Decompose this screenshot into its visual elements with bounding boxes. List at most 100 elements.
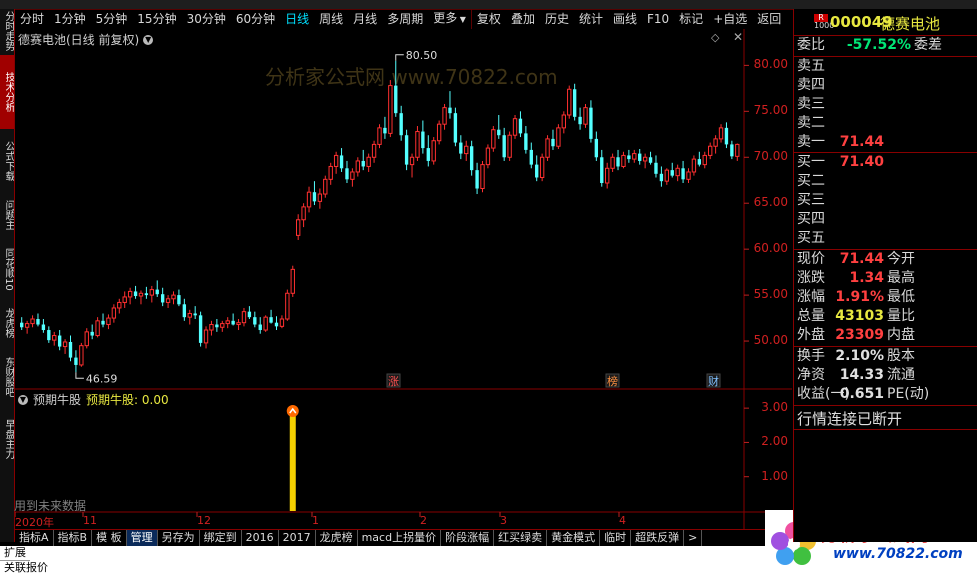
candle-body[interactable] xyxy=(632,153,637,160)
candle-body[interactable] xyxy=(79,345,84,366)
candle-body[interactable] xyxy=(279,318,285,327)
candle-body[interactable] xyxy=(263,316,268,331)
candle-body[interactable] xyxy=(642,156,648,162)
candle-body[interactable] xyxy=(247,311,252,318)
candle-body[interactable] xyxy=(350,171,355,180)
candle-body[interactable] xyxy=(475,170,479,189)
candle-body[interactable] xyxy=(225,320,230,325)
candle-body[interactable] xyxy=(74,357,78,365)
candle-body[interactable] xyxy=(539,156,545,178)
candle-body[interactable] xyxy=(236,322,241,326)
tab-template[interactable]: 模 板 xyxy=(92,530,127,547)
tb-mark[interactable]: 标记 xyxy=(674,9,708,29)
candle-body[interactable] xyxy=(691,158,697,173)
candle-body[interactable] xyxy=(664,169,669,182)
tab-macd[interactable]: macd上拐量价 xyxy=(358,530,442,547)
candle-body[interactable] xyxy=(627,155,631,160)
candle-body[interactable] xyxy=(149,289,154,296)
candle-body[interactable] xyxy=(718,127,724,140)
chevron-down-icon[interactable]: ▼ xyxy=(143,34,154,45)
tb-multi-period[interactable]: 多周期 xyxy=(382,9,428,29)
candle-body[interactable] xyxy=(52,335,57,341)
candle-body[interactable] xyxy=(296,219,301,236)
candle-body[interactable] xyxy=(512,118,518,136)
kline-chart[interactable]: 分析家公式网 www.70822.com 80.50 46.59 涨 榜 财 xyxy=(15,29,792,529)
footer-extend[interactable]: 扩展 xyxy=(0,546,30,560)
candle-body[interactable] xyxy=(453,113,458,143)
candle-body[interactable] xyxy=(95,320,100,337)
candle-body[interactable] xyxy=(198,315,203,343)
candle-body[interactable] xyxy=(583,107,588,125)
tab-ths10[interactable]: 同花顺10 xyxy=(0,239,14,299)
event-marker[interactable]: 涨 xyxy=(386,373,401,388)
candle-body[interactable] xyxy=(730,144,734,157)
tb-stats[interactable]: 统计 xyxy=(574,9,608,29)
candle-body[interactable] xyxy=(735,143,740,157)
candle-body[interactable] xyxy=(361,160,365,167)
candle-body[interactable] xyxy=(285,292,290,320)
candle-body[interactable] xyxy=(616,157,620,167)
candle-body[interactable] xyxy=(253,317,257,325)
candle-body[interactable] xyxy=(111,307,117,319)
candle-body[interactable] xyxy=(507,134,512,158)
candle-body[interactable] xyxy=(366,156,371,167)
tab-2016[interactable]: 2016 xyxy=(242,530,279,547)
candle-body[interactable] xyxy=(68,341,73,358)
candle-body[interactable] xyxy=(57,335,62,347)
candle-body[interactable] xyxy=(377,127,382,145)
tb-more[interactable]: 更多 ▼ xyxy=(428,8,471,30)
candle-body[interactable] xyxy=(41,324,46,331)
candle-body[interactable] xyxy=(290,268,295,294)
tb-weekly[interactable]: 周线 xyxy=(314,9,348,29)
chevron-right-icon[interactable]: > xyxy=(684,530,703,547)
candle-body[interactable] xyxy=(442,107,447,125)
candle-body[interactable] xyxy=(567,88,572,116)
candle-body[interactable] xyxy=(681,168,685,180)
candle-body[interactable] xyxy=(328,165,333,180)
candle-body[interactable] xyxy=(269,317,273,323)
tb-daily[interactable]: 日线 xyxy=(280,9,314,29)
candle-body[interactable] xyxy=(127,290,133,298)
candle-body[interactable] xyxy=(144,293,149,296)
candle-body[interactable] xyxy=(182,304,187,318)
candle-body[interactable] xyxy=(317,193,323,202)
candle-body[interactable] xyxy=(648,157,653,163)
candle-body[interactable] xyxy=(621,154,626,167)
tb-1min[interactable]: 1分钟 xyxy=(49,9,91,29)
candle-body[interactable] xyxy=(155,289,159,295)
candle-body[interactable] xyxy=(556,127,561,147)
candle-body[interactable] xyxy=(610,156,615,169)
candle-body[interactable] xyxy=(122,296,127,303)
candle-body[interactable] xyxy=(469,146,474,171)
candle-body[interactable] xyxy=(30,318,35,325)
tab-technical-analysis[interactable]: 技术分析 xyxy=(0,55,14,129)
candle-body[interactable] xyxy=(561,114,566,129)
candle-body[interactable] xyxy=(24,323,30,328)
tab-eastmoney-bar[interactable]: 东财股吧 xyxy=(0,347,14,407)
tab-morning-main[interactable]: 早盘主力 xyxy=(0,409,14,469)
tab-stage-gain[interactable]: 阶段涨幅 xyxy=(441,530,495,547)
candle-body[interactable] xyxy=(605,167,610,184)
tb-adjust[interactable]: 复权 xyxy=(470,9,506,29)
candle-body[interactable] xyxy=(345,168,349,180)
candle-body[interactable] xyxy=(323,178,328,195)
candle-body[interactable] xyxy=(312,192,317,202)
candle-body[interactable] xyxy=(171,294,176,300)
candle-body[interactable] xyxy=(497,129,501,136)
indicator-name[interactable]: 预期牛股 xyxy=(33,391,81,408)
candle-body[interactable] xyxy=(670,170,674,176)
candle-body[interactable] xyxy=(187,312,192,318)
tab-oversold-rebound[interactable]: 超跌反弹 xyxy=(631,530,685,547)
tb-history[interactable]: 历史 xyxy=(540,9,574,29)
candle-body[interactable] xyxy=(101,320,105,325)
candle-body[interactable] xyxy=(301,206,306,221)
tab-2017[interactable]: 2017 xyxy=(279,530,316,547)
candle-body[interactable] xyxy=(708,145,713,156)
close-icon[interactable]: ✕ xyxy=(733,30,743,44)
candle-body[interactable] xyxy=(193,313,197,316)
candle-body[interactable] xyxy=(535,164,539,178)
candle-body[interactable] xyxy=(106,317,111,326)
tab-bind-to[interactable]: 绑定到 xyxy=(200,530,242,547)
candle-body[interactable] xyxy=(306,191,312,208)
candle-body[interactable] xyxy=(686,171,691,180)
